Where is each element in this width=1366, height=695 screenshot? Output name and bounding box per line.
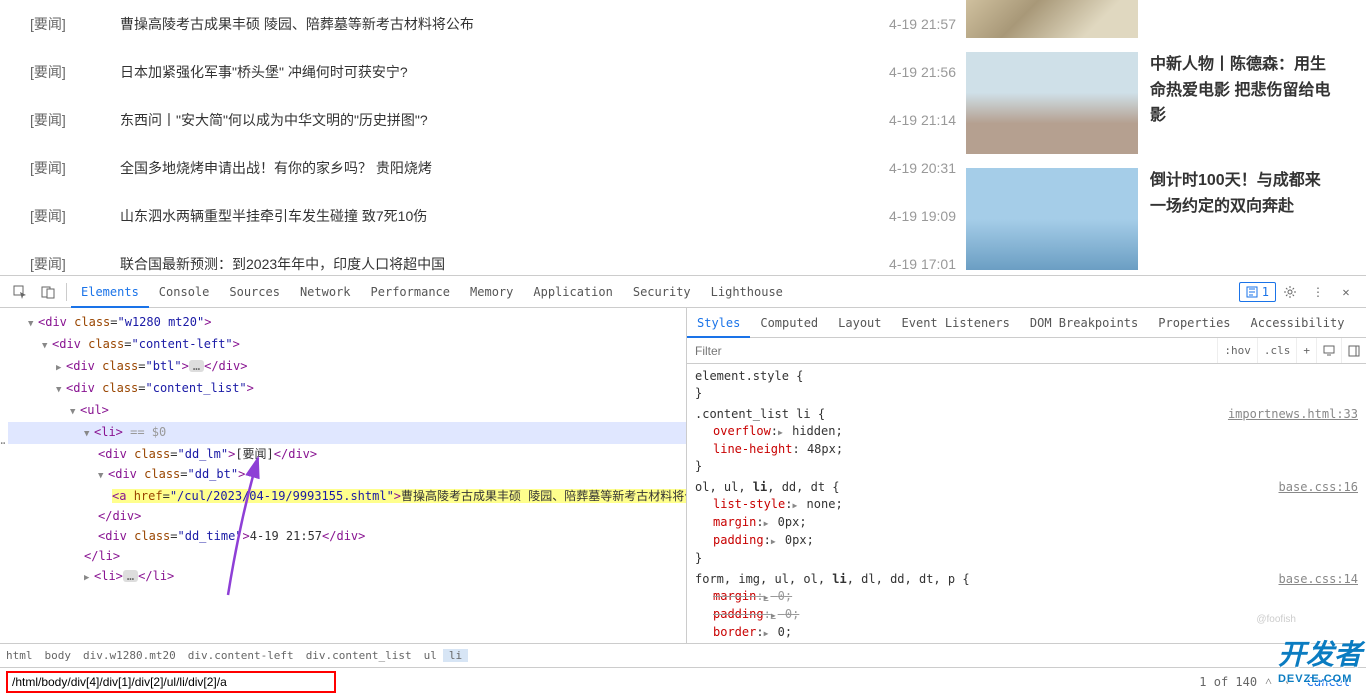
close-icon[interactable]: ✕ [1338,284,1354,300]
subtab-styles[interactable]: Styles [687,308,750,338]
sidebar-title[interactable]: 中新人物丨陈德森：用生命热爱电影 把悲伤留给电影 [1138,52,1336,154]
device-frame-icon[interactable] [1316,338,1341,363]
more-icon[interactable]: ⋮ [1310,284,1326,300]
source-link[interactable]: base.css:16 [1279,479,1358,496]
tab-memory[interactable]: Memory [460,276,523,308]
elements-tree[interactable]: ⋯ <div class="w1280 mt20"> <div class="c… [0,308,686,643]
tab-application[interactable]: Application [523,276,622,308]
tab-elements[interactable]: Elements [71,276,149,308]
device-icon[interactable] [40,284,56,300]
cls-toggle[interactable]: .cls [1257,338,1297,363]
sidebar-toggle-icon[interactable] [1341,338,1366,363]
sidebar-item[interactable]: 倒计时100天！与成都来一场约定的双向奔赴 [966,168,1336,270]
selected-node[interactable]: <li> == $0 [8,422,686,444]
news-item[interactable]: [要闻]曹操高陵考古成果丰硕 陵园、陪葬墓等新考古材料将公布4-19 21:57 [30,0,956,48]
sidebar-title[interactable]: 倒计时100天！与成都来一场约定的双向奔赴 [1138,168,1336,270]
subtab-properties[interactable]: Properties [1148,308,1240,338]
thumbnail [966,52,1138,154]
tab-performance[interactable]: Performance [361,276,460,308]
search-prev-icon[interactable]: ˄ [1259,674,1278,689]
tab-lighthouse[interactable]: Lighthouse [701,276,793,308]
sidebar-title[interactable]: 怎样的人工智能? [1138,0,1272,38]
devtools-toolbar: Elements Console Sources Network Perform… [0,276,1366,308]
news-list: [要闻]曹操高陵考古成果丰硕 陵园、陪葬墓等新考古材料将公布4-19 21:57… [30,0,956,275]
overflow-indicator: ⋯ [0,436,5,450]
tab-security[interactable]: Security [623,276,701,308]
news-title[interactable]: 曹操高陵考古成果丰硕 陵园、陪葬墓等新考古材料将公布 [120,0,866,48]
watermark: @foofish [1256,614,1296,625]
styles-rules[interactable]: element.style {} importnews.html:33 .con… [687,364,1366,643]
tab-console[interactable]: Console [149,276,220,308]
search-input[interactable] [8,675,334,689]
tab-sources[interactable]: Sources [219,276,290,308]
subtab-breakpoints[interactable]: DOM Breakpoints [1020,308,1148,338]
expand-toggle[interactable] [28,313,38,333]
news-item[interactable]: [要闻]山东泗水两辆重型半挂牵引车发生碰撞 致7死10伤4-19 19:09 [30,192,956,240]
source-link[interactable]: base.css:14 [1279,571,1358,588]
search-bar: 1 of 140 ˄ ˅ Cancel [0,667,1366,695]
thumbnail [966,0,1138,38]
new-rule-icon[interactable]: + [1296,338,1316,363]
subtab-listeners[interactable]: Event Listeners [892,308,1020,338]
subtab-a11y[interactable]: Accessibility [1241,308,1355,338]
source-link[interactable]: importnews.html:33 [1228,406,1358,423]
sidebar: 怎样的人工智能? 中新人物丨陈德森：用生命热爱电影 把悲伤留给电影 倒计时100… [956,0,1336,275]
news-item[interactable]: [要闻]全国多地烧烤申请出战！有你的家乡吗？ 贵阳烧烤4-19 20:31 [30,144,956,192]
search-highlight-box [6,671,336,693]
subtab-layout[interactable]: Layout [828,308,891,338]
search-count: 1 of 140 [1197,675,1259,689]
news-item[interactable]: [要闻]东西问丨"安大简"何以成为中华文明的"历史拼图"?4-19 21:14 [30,96,956,144]
hov-toggle[interactable]: :hov [1217,338,1257,363]
subtab-computed[interactable]: Computed [750,308,828,338]
styles-filter-input[interactable] [687,344,1217,358]
news-category: [要闻] [30,0,120,48]
issues-badge[interactable]: 1 [1239,282,1276,302]
sidebar-item[interactable]: 怎样的人工智能? [966,0,1336,38]
dom-breadcrumb[interactable]: html body div.w1280.mt20 div.content-lef… [0,643,1366,667]
settings-icon[interactable] [1282,284,1298,300]
sidebar-item[interactable]: 中新人物丨陈德森：用生命热爱电影 把悲伤留给电影 [966,52,1336,154]
styles-pane: Styles Computed Layout Event Listeners D… [686,308,1366,643]
thumbnail [966,168,1138,270]
tab-network[interactable]: Network [290,276,361,308]
news-item[interactable]: [要闻]日本加紧强化军事"桥头堡" 冲绳何时可获安宁?4-19 21:56 [30,48,956,96]
news-time: 4-19 21:57 [866,0,956,48]
inspect-icon[interactable] [12,284,28,300]
devtools-panel: Elements Console Sources Network Perform… [0,275,1366,695]
site-logo: 开发者DEVZE.COM [1278,633,1362,685]
